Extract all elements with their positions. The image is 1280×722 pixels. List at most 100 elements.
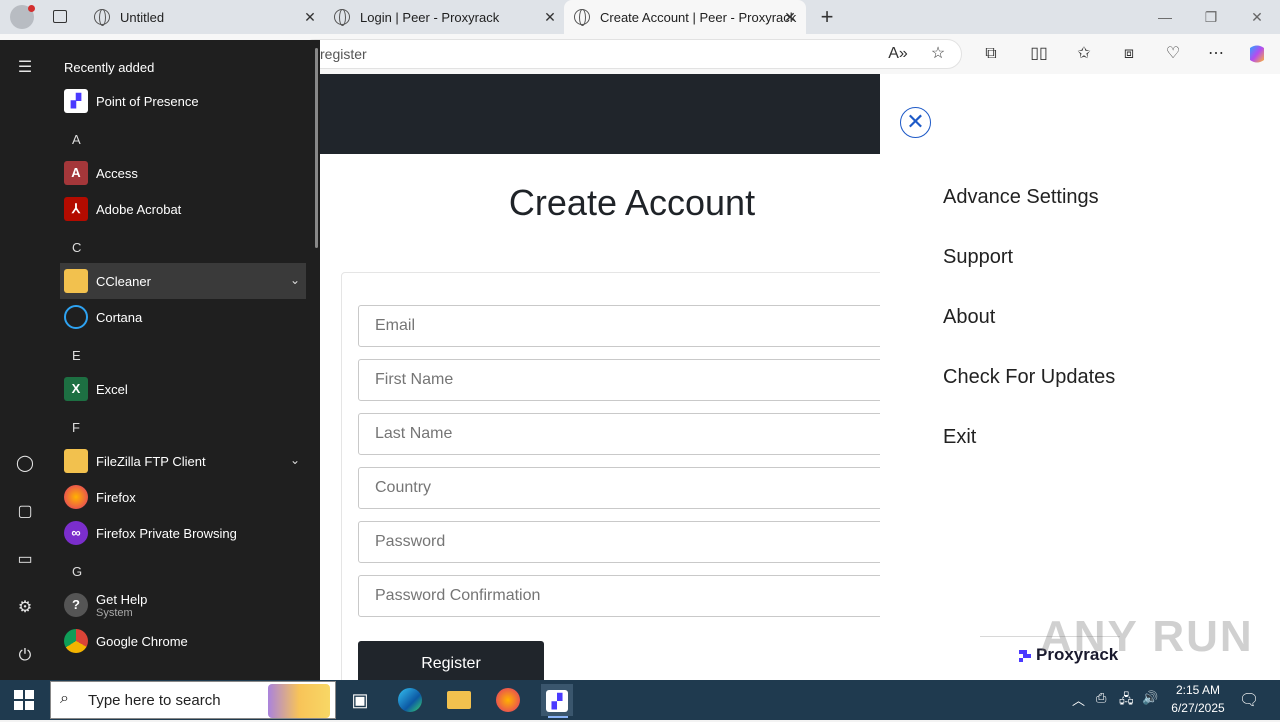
folder-icon: [64, 449, 88, 473]
acrobat-icon: ⅄: [64, 197, 88, 221]
letter-header[interactable]: C: [72, 240, 81, 255]
letter-header[interactable]: G: [72, 564, 82, 579]
favorite-star-icon[interactable]: ☆: [927, 43, 949, 65]
page-title: Create Account: [508, 182, 756, 223]
notifications-icon[interactable]: 🗨: [1239, 690, 1259, 710]
folder-icon: [64, 269, 88, 293]
chrome-icon: [64, 629, 88, 653]
user-account-icon[interactable]: ◯: [14, 453, 36, 475]
address-text[interactable]: register: [320, 46, 367, 62]
tab-title: Create Account | Peer - Proxyrack: [600, 9, 797, 25]
close-tab-icon[interactable]: ✕: [782, 9, 798, 25]
country-field[interactable]: [358, 467, 898, 509]
more-options-icon[interactable]: ⋯: [1205, 43, 1227, 65]
file-explorer-icon[interactable]: [443, 684, 475, 716]
extensions-icon[interactable]: ⧉: [980, 43, 1002, 65]
start-menu-rail: [0, 40, 50, 680]
cortana-icon: [64, 305, 88, 329]
letter-header[interactable]: F: [72, 420, 80, 435]
recently-added-heading: Recently added: [64, 60, 155, 75]
app-get-help[interactable]: ? Get Help System: [60, 587, 306, 623]
device-icon[interactable]: ⎙: [1096, 690, 1106, 706]
chevron-down-icon: ⌄: [289, 453, 300, 467]
copilot-icon[interactable]: [1246, 43, 1268, 65]
menu-item-support[interactable]: Support: [943, 246, 1013, 269]
help-icon: ?: [64, 593, 88, 617]
power-icon[interactable]: ⏻: [14, 645, 36, 667]
close-menu-icon[interactable]: ✕: [900, 107, 931, 138]
firefox-private-icon: ∞: [64, 521, 88, 545]
firefox-icon: [64, 485, 88, 509]
tab-actions-icon[interactable]: [53, 10, 67, 23]
globe-icon: [94, 9, 110, 26]
tab-title: Untitled: [120, 9, 165, 25]
new-tab-button[interactable]: +: [816, 4, 838, 30]
tab-untitled[interactable]: Untitled ✕: [84, 0, 326, 34]
clock-date[interactable]: 6/27/2025: [1162, 701, 1234, 715]
last-name-field[interactable]: [358, 413, 898, 455]
proxyrack-peer-icon[interactable]: ▞: [541, 684, 573, 716]
active-app-indicator: [548, 716, 568, 718]
app-filezilla[interactable]: FileZilla FTP Client ⌄: [60, 443, 306, 479]
app-point-of-presence[interactable]: ▞ Point of Presence: [60, 83, 306, 119]
favorites-icon[interactable]: ✩: [1073, 43, 1095, 65]
notification-dot: [28, 5, 35, 12]
clock-time[interactable]: 2:15 AM: [1168, 683, 1228, 697]
menu-item-about[interactable]: About: [943, 306, 995, 329]
volume-icon[interactable]: 🔊: [1142, 690, 1158, 706]
collections-icon[interactable]: ⧈: [1118, 43, 1140, 65]
search-highlight-icon: [268, 684, 330, 718]
app-firefox[interactable]: Firefox: [60, 479, 306, 515]
first-name-field[interactable]: [358, 359, 898, 401]
point-of-presence-icon: ▞: [64, 89, 88, 113]
browser-tab-strip: Untitled ✕ Login | Peer - Proxyrack ✕ Cr…: [0, 0, 1280, 34]
tab-login[interactable]: Login | Peer - Proxyrack ✕: [324, 0, 566, 34]
search-icon: ⌕: [60, 690, 69, 707]
app-category: System: [96, 606, 133, 619]
address-bar[interactable]: [300, 39, 962, 69]
restore-icon[interactable]: ❐: [1196, 6, 1226, 28]
settings-gear-icon[interactable]: ⚙: [14, 597, 36, 619]
tab-create-account[interactable]: Create Account | Peer - Proxyrack ✕: [564, 0, 806, 34]
start-menu-scrollbar[interactable]: [315, 48, 318, 248]
proxyrack-logo-icon: [1019, 650, 1031, 662]
documents-icon[interactable]: ▢: [14, 501, 36, 523]
app-cortana[interactable]: Cortana: [60, 299, 306, 335]
minimize-icon[interactable]: —: [1150, 6, 1180, 28]
page-header: [320, 74, 880, 154]
letter-header[interactable]: E: [72, 348, 81, 363]
app-adobe-acrobat[interactable]: ⅄ Adobe Acrobat: [60, 191, 306, 227]
close-tab-icon[interactable]: ✕: [542, 9, 558, 25]
hamburger-menu-icon[interactable]: ☰: [14, 57, 36, 79]
windows-start-icon[interactable]: [14, 690, 34, 710]
letter-header[interactable]: A: [72, 132, 81, 147]
access-icon: A: [64, 161, 88, 185]
app-google-chrome[interactable]: Google Chrome: [60, 623, 306, 659]
globe-icon: [574, 9, 590, 26]
split-screen-icon[interactable]: ▯▯: [1028, 43, 1050, 65]
network-icon[interactable]: 🖧: [1119, 690, 1134, 712]
read-aloud-icon[interactable]: A»: [887, 43, 909, 65]
app-access[interactable]: A Access: [60, 155, 306, 191]
password-field[interactable]: [358, 521, 898, 563]
browser-essentials-icon[interactable]: ♡: [1162, 43, 1184, 65]
password-confirmation-field[interactable]: [358, 575, 898, 617]
watermark: ANY RUN: [1040, 612, 1254, 661]
email-field[interactable]: [358, 305, 898, 347]
pictures-icon[interactable]: ▭: [14, 549, 36, 571]
menu-item-advance-settings[interactable]: Advance Settings: [943, 186, 1099, 209]
chevron-down-icon: ⌄: [289, 273, 300, 287]
menu-item-exit[interactable]: Exit: [943, 426, 976, 449]
app-firefox-private[interactable]: ∞ Firefox Private Browsing: [60, 515, 306, 551]
close-window-icon[interactable]: ✕: [1242, 6, 1272, 28]
edge-icon[interactable]: [394, 684, 426, 716]
menu-item-check-for-updates[interactable]: Check For Updates: [943, 366, 1115, 389]
search-placeholder[interactable]: Type here to search: [88, 692, 221, 709]
app-excel[interactable]: X Excel: [60, 371, 306, 407]
close-tab-icon[interactable]: ✕: [302, 9, 318, 25]
task-view-icon[interactable]: ▣: [344, 684, 376, 716]
show-hidden-icons-chevron-icon[interactable]: ︿: [1072, 690, 1085, 709]
app-ccleaner[interactable]: CCleaner ⌄: [60, 263, 306, 299]
excel-icon: X: [64, 377, 88, 401]
firefox-icon[interactable]: [492, 684, 524, 716]
